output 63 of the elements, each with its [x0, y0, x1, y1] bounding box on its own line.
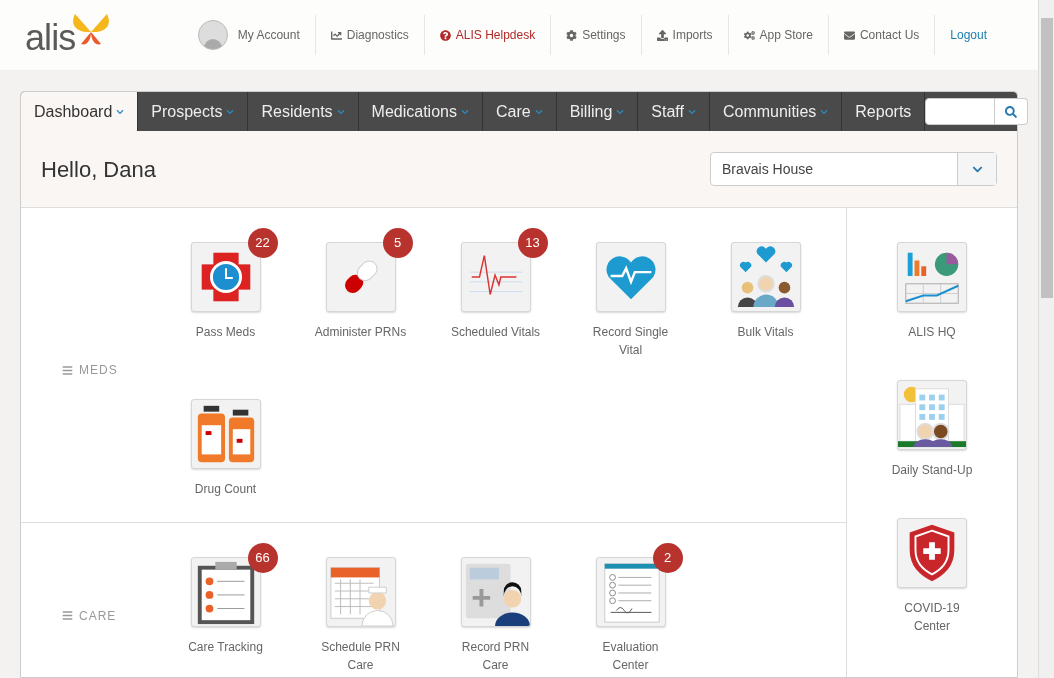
tile-label[interactable]: Record Single Vital	[584, 323, 677, 359]
greeting: Hello, Dana	[41, 155, 156, 184]
chevron-down-icon	[687, 107, 696, 116]
evaluation-form-icon[interactable]	[595, 557, 666, 627]
count-badge: 22	[247, 228, 278, 258]
envelope-icon	[843, 29, 855, 41]
menu-icon	[62, 364, 73, 376]
search-field[interactable]	[925, 98, 996, 125]
section-title: CARE	[62, 606, 117, 625]
count-badge: 2	[652, 543, 683, 573]
tile-label[interactable]: COVID-19 Center	[885, 599, 979, 635]
shield-cross-icon[interactable]	[897, 518, 967, 588]
chevron-down-icon	[460, 107, 469, 116]
chevron-down-icon	[226, 107, 235, 116]
scrollbar[interactable]	[1038, 0, 1054, 678]
tile-label[interactable]: Care Tracking	[179, 638, 272, 656]
chevron-down-icon	[116, 107, 125, 116]
community-select[interactable]: Bravais House	[710, 152, 997, 186]
tile-label[interactable]: Scheduled Vitals	[449, 323, 542, 341]
help-icon	[439, 29, 451, 41]
chevron-down-icon	[534, 107, 543, 116]
medicine-bottles-icon[interactable]	[190, 399, 261, 469]
gears-icon	[743, 29, 755, 41]
menu-icon	[62, 610, 73, 621]
top-link[interactable]: My Account	[182, 15, 315, 55]
calendar-nurse-icon[interactable]	[325, 557, 396, 627]
tile-label[interactable]: Daily Stand-Up	[885, 461, 979, 479]
alis-logo[interactable]: alis	[25, 12, 112, 58]
pill-capsule-icon[interactable]	[325, 242, 396, 312]
top-link[interactable]: Diagnostics	[314, 15, 424, 55]
count-badge: 66	[247, 543, 278, 573]
tile-label[interactable]: Administer PRNs	[314, 323, 407, 341]
tile-label[interactable]: Evaluation Center	[584, 638, 677, 674]
count-badge: 5	[382, 228, 413, 258]
chevron-down-icon	[336, 107, 345, 116]
top-link[interactable]: Contact Us	[827, 15, 935, 55]
settings-icon	[566, 29, 578, 41]
search-icon	[1005, 105, 1018, 118]
tile-label[interactable]: ALIS HQ	[885, 323, 979, 341]
line-chart-icon	[330, 29, 342, 41]
tile-label[interactable]: Bulk Vitals	[719, 323, 812, 341]
chevron-down-icon	[820, 107, 829, 116]
people-hearts-icon[interactable]	[730, 242, 801, 312]
building-people-icon[interactable]	[897, 380, 967, 450]
avatar	[197, 20, 228, 50]
chevron-down-icon	[616, 107, 625, 116]
count-badge: 13	[517, 228, 548, 258]
heart-pulse-icon[interactable]	[595, 242, 666, 312]
tile-label[interactable]: Drug Count	[179, 480, 272, 498]
charts-icon[interactable]	[897, 242, 967, 312]
top-link[interactable]: ALIS Helpdesk	[423, 15, 551, 55]
section-title: MEDS	[62, 361, 118, 379]
nav-tab[interactable]: Dashboard	[21, 92, 139, 131]
tile-label[interactable]: Schedule PRN Care	[314, 638, 407, 674]
tile-label[interactable]: Record PRN Care	[449, 638, 542, 674]
tile-label[interactable]: Pass Meds	[179, 323, 272, 341]
care-nurse-icon[interactable]	[460, 557, 531, 627]
top-link[interactable]: Imports	[640, 15, 728, 55]
top-link[interactable]: Settings	[550, 15, 641, 55]
top-link[interactable]: App Store	[727, 15, 828, 55]
search-button[interactable]	[995, 98, 1029, 125]
upload-icon	[656, 29, 668, 41]
top-link[interactable]: Logout	[934, 15, 1002, 55]
